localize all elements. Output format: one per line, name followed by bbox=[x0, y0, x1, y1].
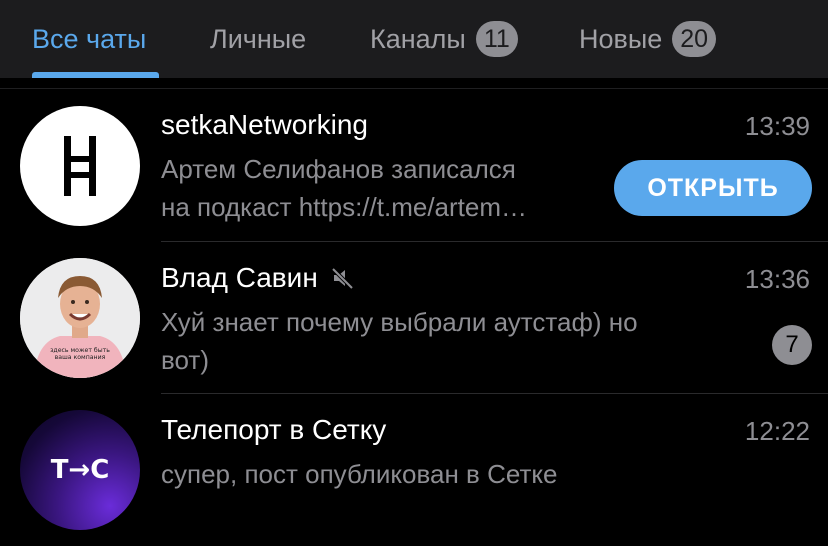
tab-new[interactable]: Новые 20 bbox=[579, 0, 717, 78]
chat-preview: Артем Селифанов записался на подкаст htt… bbox=[161, 150, 527, 226]
chat-folder-tabbar: Все чаты Личные Каналы 11 Новые 20 bbox=[0, 0, 828, 78]
unread-count-badge: 7 bbox=[772, 325, 812, 365]
tab-all-chats[interactable]: Все чаты bbox=[32, 0, 146, 78]
tab-all-chats-label: Все чаты bbox=[32, 23, 147, 54]
tab-personal-label: Личные bbox=[210, 23, 307, 54]
chat-time: 12:22 bbox=[744, 416, 810, 446]
user-avatar: здесь может быть ваша компания bbox=[20, 258, 140, 378]
teleport-logo-icon: Т→С bbox=[20, 410, 140, 530]
tab-channels-badge: 11 bbox=[475, 21, 518, 57]
chat-name-text: setkaNetworking bbox=[161, 109, 368, 140]
chat-preview-line-1: супер, пост опубликован в Сетке bbox=[161, 459, 558, 489]
chat-row-teleport-v-setku[interactable]: Т→С Телепорт в Сетку 12:22 супер, пост о… bbox=[0, 394, 828, 546]
muted-speaker-icon bbox=[330, 265, 356, 291]
chat-name: Влад Савин bbox=[161, 262, 356, 294]
chat-name: setkaNetworking bbox=[161, 109, 368, 141]
teleport-logo-text: Т→С bbox=[50, 455, 110, 485]
chat-row-vlad-savin[interactable]: здесь может быть ваша компания Влад Сави… bbox=[0, 242, 828, 394]
chat-preview-line-2: вот) bbox=[161, 345, 209, 375]
chat-preview: Хуй знает почему выбрали аутстаф) но вот… bbox=[161, 303, 638, 379]
chat-preview-line-1: Хуй знает почему выбрали аутстаф) но bbox=[161, 307, 638, 337]
chat-name-text: Влад Савин bbox=[161, 262, 318, 293]
tab-personal[interactable]: Личные bbox=[210, 0, 306, 78]
shirt-text-line-1: здесь может быть bbox=[50, 346, 110, 354]
tab-new-badge: 20 bbox=[672, 21, 717, 57]
tab-new-label: Новые bbox=[579, 23, 663, 54]
chat-preview-line-1: Артем Селифанов записался bbox=[161, 154, 516, 184]
chat-time: 13:39 bbox=[744, 111, 810, 141]
chat-time: 13:36 bbox=[744, 264, 810, 294]
open-button[interactable]: ОТКРЫТЬ bbox=[614, 160, 812, 216]
chat-preview-line-2: на подкаст https://t.me/artem… bbox=[161, 192, 528, 222]
tab-channels-label: Каналы bbox=[370, 23, 466, 54]
active-tab-indicator bbox=[32, 72, 159, 78]
chat-preview: супер, пост опубликован в Сетке bbox=[161, 455, 558, 493]
chat-name-text: Телепорт в Сетку bbox=[161, 414, 387, 445]
tab-channels[interactable]: Каналы 11 bbox=[370, 0, 518, 78]
setka-logo-icon bbox=[20, 106, 140, 226]
chat-name: Телепорт в Сетку bbox=[161, 414, 386, 446]
shirt-text-line-2: ваша компания bbox=[55, 354, 106, 361]
